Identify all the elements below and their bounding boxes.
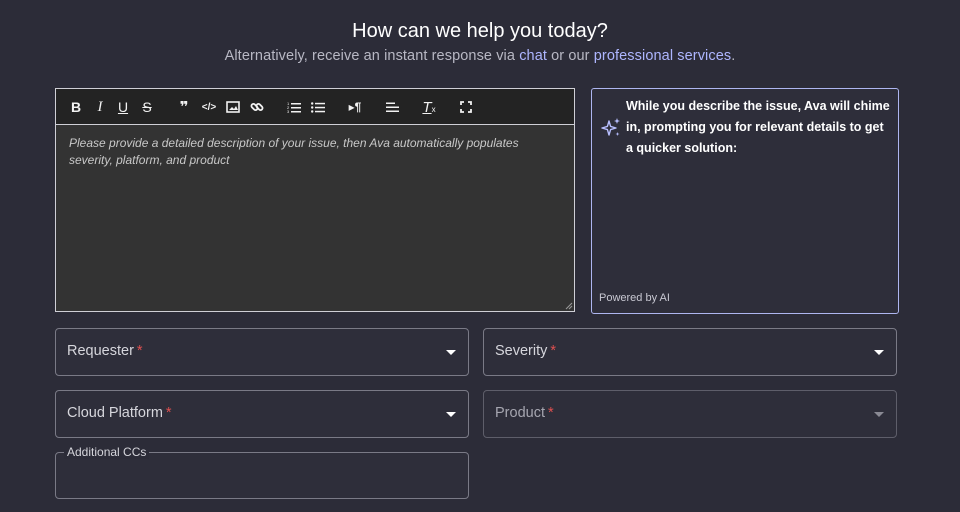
bold-icon: B [70, 99, 82, 115]
ordered-list-icon: 123 [287, 101, 301, 113]
page-title: How can we help you today? [352, 20, 608, 42]
page-subtitle: Alternatively, receive an instant respon… [0, 48, 960, 64]
cloud-platform-label: Cloud Platform * [67, 405, 172, 421]
required-mark: * [547, 405, 554, 421]
additional-ccs-label: Additional CCs [64, 445, 150, 459]
link-icon [250, 103, 264, 111]
severity-label: Severity * [495, 343, 557, 359]
chevron-down-icon [874, 412, 884, 417]
quote-icon: ❞ [179, 99, 189, 116]
align-left-icon [385, 102, 399, 112]
link-button[interactable] [249, 97, 265, 117]
italic-button[interactable]: I [92, 97, 108, 117]
requester-select[interactable]: Requester * [55, 328, 469, 376]
product-label: Product * [495, 405, 554, 421]
ordered-list-button[interactable]: 123 [286, 97, 302, 117]
requester-label: Requester * [67, 343, 143, 359]
fullscreen-icon [460, 101, 472, 113]
paragraph-icon: ▸¶ [348, 100, 362, 114]
bullet-list-icon [311, 102, 325, 113]
ai-assistant-panel: While you describe the issue, Ava will c… [591, 88, 899, 314]
fullscreen-button[interactable] [458, 97, 474, 117]
subtitle-middle: or our [547, 48, 594, 64]
paragraph-button[interactable]: ▸¶ [347, 97, 363, 117]
subtitle-prefix: Alternatively, receive an instant respon… [224, 48, 520, 64]
description-editor[interactable]: B I U S ❞ </> 123 ▸¶ Tx Please provide a… [55, 88, 575, 312]
clear-format-button[interactable]: Tx [421, 97, 437, 117]
resize-handle-icon[interactable] [565, 302, 573, 310]
product-select[interactable]: Product * [483, 390, 897, 438]
severity-select[interactable]: Severity * [483, 328, 897, 376]
align-button[interactable] [384, 97, 400, 117]
sparkle-icon [601, 118, 620, 136]
bold-button[interactable]: B [68, 97, 84, 117]
powered-by-label: Powered by AI [599, 292, 670, 304]
quote-button[interactable]: ❞ [176, 97, 192, 117]
strikethrough-button[interactable]: S [139, 97, 155, 117]
code-icon: </> [201, 101, 217, 113]
cloud-platform-select[interactable]: Cloud Platform * [55, 390, 469, 438]
editor-text-area[interactable]: Please provide a detailed description of… [56, 125, 574, 311]
chat-link[interactable]: chat [519, 48, 547, 64]
required-mark: * [165, 405, 172, 421]
editor-placeholder: Please provide a detailed description of… [69, 136, 519, 167]
svg-text:3: 3 [287, 109, 290, 113]
ai-message: While you describe the issue, Ava will c… [626, 99, 890, 155]
bullet-list-button[interactable] [310, 97, 326, 117]
underline-button[interactable]: U [115, 97, 131, 117]
image-button[interactable] [225, 97, 241, 117]
chevron-down-icon [446, 412, 456, 417]
image-icon [226, 101, 240, 113]
strikethrough-icon: S [142, 99, 152, 115]
additional-ccs-input[interactable] [66, 463, 458, 490]
code-button[interactable]: </> [201, 97, 217, 117]
editor-toolbar: B I U S ❞ </> 123 ▸¶ Tx [56, 89, 574, 125]
additional-ccs-field[interactable]: Additional CCs [55, 445, 469, 499]
required-mark: * [550, 343, 557, 359]
italic-icon: I [97, 98, 103, 115]
subtitle-suffix: . [731, 48, 736, 64]
professional-services-link[interactable]: professional services [594, 48, 732, 64]
clear-format-icon: Tx [422, 98, 436, 116]
chevron-down-icon [446, 350, 456, 355]
required-mark: * [136, 343, 143, 359]
chevron-down-icon [874, 350, 884, 355]
underline-icon: U [117, 99, 129, 115]
